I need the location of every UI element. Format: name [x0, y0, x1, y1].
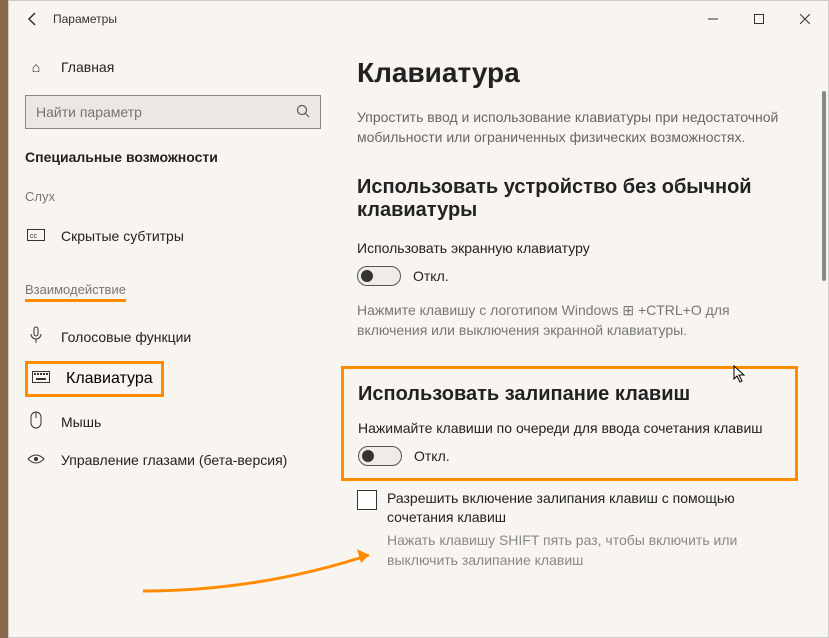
sidebar-item-label: Голосовые функции [61, 329, 191, 345]
nav-home-label: Главная [61, 59, 114, 75]
back-button[interactable] [17, 3, 49, 35]
window-title: Параметры [53, 12, 690, 26]
settings-window: Параметры ⌂ Главная Специальные возможно… [8, 0, 829, 638]
osk-toggle-state: Откл. [413, 268, 449, 284]
group-interaction: Взаимодействие [25, 282, 321, 302]
sidebar: ⌂ Главная Специальные возможности Слух c… [9, 37, 337, 637]
sidebar-item-label: Клавиатура [66, 370, 153, 388]
maximize-button[interactable] [736, 3, 782, 35]
sticky-shortcut-checkbox[interactable] [357, 490, 377, 510]
search-box[interactable] [25, 95, 321, 129]
section-title: Специальные возможности [25, 149, 321, 165]
osk-toggle[interactable] [357, 266, 401, 286]
scrollbar[interactable] [822, 91, 826, 281]
osk-heading: Использовать устройство без обычной клав… [357, 176, 797, 222]
nav-home[interactable]: ⌂ Главная [25, 53, 321, 81]
page-title: Клавиатура [357, 57, 798, 89]
home-icon: ⌂ [27, 59, 45, 75]
sticky-toggle[interactable] [358, 446, 402, 466]
sidebar-item-label: Управление глазами (бета-версия) [61, 452, 287, 468]
eye-icon [27, 452, 45, 468]
sidebar-item-eye-control[interactable]: Управление глазами (бета-версия) [25, 442, 321, 478]
sticky-toggle-state: Откл. [414, 448, 450, 464]
sidebar-item-captions[interactable]: cc Скрытые субтитры [25, 218, 321, 254]
sticky-keys-section: Использовать залипание клавиш Нажимайте … [341, 366, 798, 481]
sticky-shortcut-hint: Нажать клавишу SHIFT пять раз, чтобы вкл… [387, 531, 797, 570]
mic-icon [27, 326, 45, 347]
sidebar-item-mouse[interactable]: Мышь [25, 401, 321, 442]
content-pane: Клавиатура Упростить ввод и использовани… [337, 37, 828, 637]
search-input[interactable] [36, 104, 296, 120]
captions-icon: cc [27, 228, 45, 244]
sidebar-item-label: Мышь [61, 414, 101, 430]
minimize-button[interactable] [690, 3, 736, 35]
osk-hint: Нажмите клавишу с логотипом Windows ⊞ +C… [357, 300, 797, 341]
close-button[interactable] [782, 3, 828, 35]
sidebar-item-keyboard[interactable]: Клавиатура [25, 361, 164, 397]
sticky-heading: Использовать залипание клавиш [358, 383, 781, 406]
sticky-label: Нажимайте клавиши по очереди для ввода с… [358, 420, 781, 436]
group-hearing: Слух [25, 189, 321, 204]
keyboard-icon [32, 370, 50, 388]
sidebar-item-label: Скрытые субтитры [61, 228, 184, 244]
search-icon [296, 104, 310, 121]
mouse-icon [27, 411, 45, 432]
sticky-shortcut-label: Разрешить включение залипания клавиш с п… [387, 489, 797, 527]
svg-text:cc: cc [30, 233, 38, 240]
sidebar-item-speech[interactable]: Голосовые функции [25, 316, 321, 357]
osk-label: Использовать экранную клавиатуру [357, 240, 798, 256]
titlebar: Параметры [9, 1, 828, 37]
page-intro: Упростить ввод и использование клавиатур… [357, 107, 797, 148]
